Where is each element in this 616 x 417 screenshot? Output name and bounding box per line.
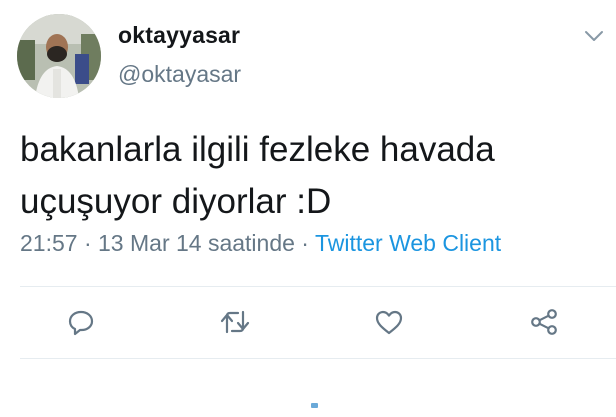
tweet-card: oktayyasar @oktayasar bakanlarla ilgili …: [0, 0, 616, 417]
share-icon[interactable]: [527, 305, 561, 339]
client-link[interactable]: Twitter Web Client: [315, 230, 501, 256]
heart-icon[interactable]: [372, 305, 406, 339]
divider: [20, 358, 616, 359]
username-handle[interactable]: @oktayasar: [118, 61, 241, 88]
display-name[interactable]: oktayyasar: [118, 22, 240, 49]
avatar-photo: [17, 14, 101, 98]
meta-separator: ·: [77, 230, 99, 256]
tweet-meta: 21:57 · 13 Mar 14 saatinde · Twitter Web…: [20, 230, 501, 257]
meta-separator: ·: [294, 230, 315, 256]
avatar[interactable]: [17, 14, 101, 98]
tweet-time[interactable]: 21:57: [20, 230, 78, 256]
scroll-indicator: [311, 403, 318, 408]
tweet-text-line: bakanlarla ilgili fezleke havada: [20, 130, 495, 169]
chevron-down-icon[interactable]: [583, 28, 605, 44]
tweet-text-line: uçuşuyor diyorlar :D: [20, 182, 332, 221]
tweet-text: bakanlarla ilgili fezleke havada uçuşuyo…: [20, 124, 600, 228]
reply-icon[interactable]: [64, 305, 98, 339]
divider: [20, 286, 616, 287]
retweet-icon[interactable]: [218, 305, 252, 339]
tweet-date[interactable]: 13 Mar 14 saatinde: [98, 230, 295, 256]
